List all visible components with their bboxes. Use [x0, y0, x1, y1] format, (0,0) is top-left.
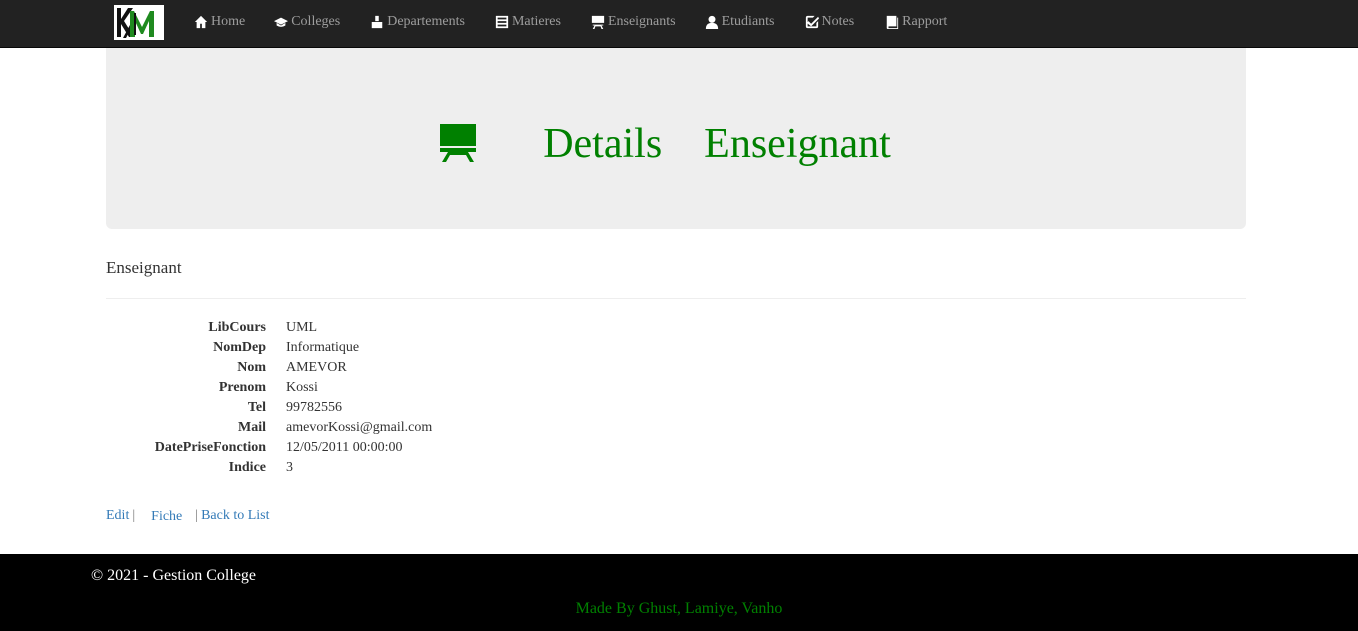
page-header: Details Enseignant: [106, 48, 1246, 229]
detail-label: Nom: [237, 360, 266, 375]
detail-value: 99782556: [286, 400, 342, 415]
detail-value: 12/05/2011 00:00:00: [286, 440, 403, 455]
detail-value: 3: [286, 460, 293, 475]
nav-item-etudiants[interactable]: Etudiants: [705, 14, 775, 30]
detail-label: Tel: [247, 400, 266, 415]
nav-label: Rapport: [902, 14, 948, 29]
detail-row-nomdep: NomDep Informatique: [106, 338, 706, 358]
detail-label: Prenom: [218, 380, 266, 395]
section-title: Enseignant: [106, 258, 182, 277]
nav-item-home[interactable]: Home: [194, 14, 245, 30]
detail-row-tel: Tel 99782556: [106, 398, 706, 418]
detail-value: Informatique: [286, 340, 360, 355]
blackboard-icon: [591, 15, 605, 29]
detail-value: AMEVOR: [286, 360, 347, 375]
detail-label: Indice: [228, 460, 266, 475]
home-icon: [194, 15, 208, 29]
details-list: LibCours UML NomDep Informatique Nom AME…: [106, 318, 706, 478]
nav-item-notes[interactable]: Notes: [805, 14, 855, 30]
nav-item-rapport[interactable]: Rapport: [885, 14, 947, 30]
nav-item-colleges[interactable]: Colleges: [274, 14, 340, 30]
footer: © 2021 - Gestion College Made By Ghust, …: [0, 554, 1358, 631]
detail-label: DatePriseFonction: [154, 440, 266, 455]
graduation-cap-icon: [274, 17, 289, 27]
detail-value: Kossi: [286, 380, 318, 395]
nav-label: Etudiants: [721, 14, 775, 29]
nav-label: Colleges: [291, 14, 341, 29]
detail-row-prenom: Prenom Kossi: [106, 378, 706, 398]
book-icon: [886, 15, 899, 29]
nav-label: Matieres: [511, 14, 561, 29]
footer-credit: Made By Ghust, Lamiye, Vanho: [575, 600, 783, 617]
footer-copyright: © 2021 - Gestion College: [91, 567, 257, 584]
detail-row-mail: Mail amevorKossi@gmail.com: [106, 418, 706, 438]
detail-value: amevorKossi@gmail.com: [286, 420, 433, 435]
nav-item-matieres[interactable]: Matieres: [495, 14, 561, 30]
nav-label: Enseignants: [607, 14, 676, 29]
detail-row-nom: Nom AMEVOR: [106, 358, 706, 378]
detail-row-indice: Indice 3: [106, 458, 706, 478]
edit-link[interactable]: Edit: [106, 508, 129, 524]
blackboard-icon: [440, 124, 477, 162]
nav-label: Notes: [821, 14, 855, 29]
brand-logo[interactable]: [114, 5, 164, 40]
fiche-link[interactable]: Fiche: [151, 509, 182, 525]
nav-item-enseignants[interactable]: Enseignants: [591, 14, 676, 30]
separator: |: [132, 507, 136, 523]
list-icon: [495, 15, 509, 29]
title-word-details: Details: [543, 121, 663, 167]
nav-label: Home: [211, 14, 246, 29]
nav-menu: Home Colleges Departements Matieres Ense…: [194, 0, 947, 44]
detail-label: Mail: [238, 420, 266, 435]
nav-label: Departements: [387, 14, 465, 29]
check-icon: [805, 15, 819, 29]
action-links: Edit | Fiche | Back to List: [106, 506, 270, 525]
nav-item-departements[interactable]: Departements: [370, 14, 465, 30]
back-to-list-link[interactable]: Back to List: [201, 508, 269, 524]
title-word-enseignant: Enseignant: [704, 121, 891, 167]
page-title: Details Enseignant: [106, 120, 1246, 168]
detail-value: UML: [286, 320, 318, 335]
user-icon: [705, 15, 718, 29]
detail-row-dateprisefonction: DatePriseFonction 12/05/2011 00:00:00: [106, 438, 706, 458]
building-icon: [371, 15, 383, 29]
detail-row-libcours: LibCours UML: [106, 318, 706, 338]
divider: [106, 298, 1246, 299]
separator: |: [195, 507, 199, 523]
navbar: Home Colleges Departements Matieres Ense…: [0, 0, 1358, 48]
detail-label: LibCours: [208, 320, 266, 335]
detail-label: NomDep: [213, 340, 266, 355]
